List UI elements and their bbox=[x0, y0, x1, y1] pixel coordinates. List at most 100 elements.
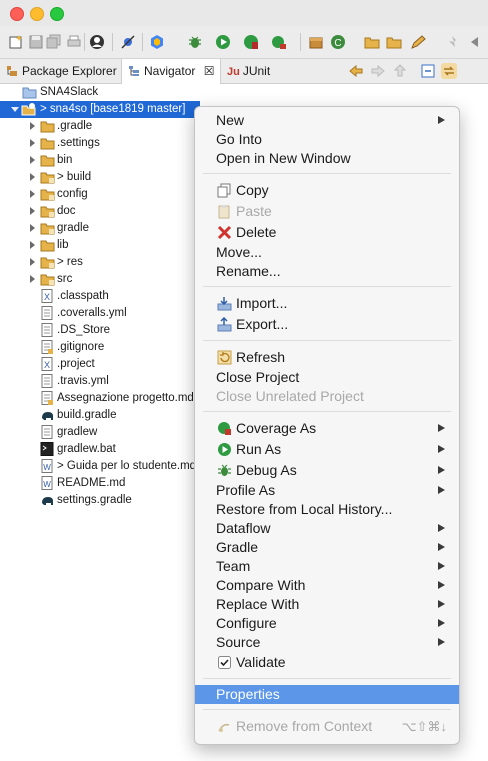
tree-row[interactable]: > build bbox=[0, 169, 190, 186]
expand-arrow-icon[interactable] bbox=[30, 190, 35, 198]
tree-row[interactable]: bin bbox=[0, 152, 190, 169]
tree-row[interactable]: src bbox=[0, 271, 190, 288]
menu-item-refresh[interactable]: Refresh bbox=[195, 348, 459, 367]
menu-item-compare-with[interactable]: Compare With bbox=[195, 576, 459, 595]
menu-item-replace-with[interactable]: Replace With bbox=[195, 595, 459, 614]
tree-row[interactable]: X .classpath bbox=[0, 288, 190, 305]
menu-item-paste[interactable]: Paste bbox=[195, 202, 459, 221]
tree-row[interactable]: config bbox=[0, 186, 190, 203]
expand-arrow-icon[interactable] bbox=[30, 224, 35, 232]
tree-row[interactable]: Assegnazione progetto.md bbox=[0, 390, 194, 407]
new-wizard-icon[interactable] bbox=[8, 34, 24, 50]
menu-item-debug-as[interactable]: Debug As bbox=[195, 461, 459, 480]
tree-row[interactable]: .settings bbox=[0, 135, 190, 152]
tree-row-project[interactable]: > sna4so [base1819 master] bbox=[0, 101, 200, 118]
menu-item-new[interactable]: New bbox=[195, 111, 459, 130]
tree-row[interactable]: settings.gradle bbox=[0, 492, 190, 509]
menu-item-restore-history[interactable]: Restore from Local History... bbox=[195, 500, 459, 519]
tree-row[interactable]: .gitignore bbox=[0, 339, 190, 356]
expand-arrow-icon[interactable] bbox=[30, 207, 35, 215]
expand-arrow-icon[interactable] bbox=[30, 173, 35, 181]
menu-item-copy[interactable]: Copy bbox=[195, 181, 459, 200]
svg-text:X: X bbox=[44, 292, 50, 302]
tree-row[interactable]: W > Guida per lo studente.md bbox=[0, 458, 196, 475]
folder-icon bbox=[40, 240, 55, 252]
menu-item-coverage-as[interactable]: Coverage As bbox=[195, 419, 459, 438]
menu-item-close-unrelated[interactable]: Close Unrelated Project bbox=[195, 387, 459, 406]
menu-item-go-into[interactable]: Go Into bbox=[195, 130, 459, 149]
menu-item-move[interactable]: Move... bbox=[195, 243, 459, 262]
tree-row[interactable]: > res bbox=[0, 254, 190, 271]
window-minimize-button[interactable] bbox=[30, 7, 44, 21]
expand-arrow-icon[interactable] bbox=[30, 241, 35, 249]
menu-item-gradle[interactable]: Gradle bbox=[195, 538, 459, 557]
menu-item-rename[interactable]: Rename... bbox=[195, 262, 459, 281]
menu-item-properties[interactable]: Properties bbox=[195, 685, 459, 704]
menu-item-delete[interactable]: Delete bbox=[195, 223, 459, 242]
tab-junit[interactable]: Ju JUnit bbox=[227, 59, 270, 83]
external-tools-icon[interactable] bbox=[271, 34, 287, 50]
menu-item-export[interactable]: Export... bbox=[195, 315, 459, 334]
menu-label: Run As bbox=[236, 441, 282, 457]
open-folder-icon[interactable] bbox=[386, 34, 402, 50]
expand-arrow-icon[interactable] bbox=[30, 122, 35, 130]
back-icon[interactable] bbox=[468, 34, 484, 50]
up-arrow-icon[interactable] bbox=[392, 63, 408, 79]
tab-navigator[interactable]: Navigator ☒ bbox=[121, 59, 222, 84]
menu-item-validate[interactable]: Validate bbox=[195, 653, 459, 672]
tree-row[interactable]: lib bbox=[0, 237, 190, 254]
collapse-all-icon[interactable] bbox=[420, 63, 436, 79]
tree-row[interactable]: gradle bbox=[0, 220, 190, 237]
menu-item-source[interactable]: Source bbox=[195, 633, 459, 652]
pin-icon[interactable] bbox=[444, 34, 460, 50]
expand-arrow-icon[interactable] bbox=[30, 156, 35, 164]
new-java-package-icon[interactable] bbox=[308, 34, 324, 50]
tree-row[interactable]: X .project bbox=[0, 356, 190, 373]
menu-label: Debug As bbox=[236, 462, 297, 478]
google-cloud-icon[interactable] bbox=[149, 34, 165, 50]
open-type-icon[interactable] bbox=[364, 34, 380, 50]
menu-item-profile-as[interactable]: Profile As bbox=[195, 481, 459, 500]
account-icon[interactable] bbox=[89, 34, 105, 50]
expand-arrow-icon[interactable] bbox=[30, 258, 35, 266]
menu-item-open-new-window[interactable]: Open in New Window bbox=[195, 149, 459, 168]
save-all-icon[interactable] bbox=[46, 34, 62, 50]
tree-row[interactable]: doc bbox=[0, 203, 190, 220]
print-icon[interactable] bbox=[66, 34, 82, 50]
coverage-icon[interactable] bbox=[243, 34, 259, 50]
menu-item-team[interactable]: Team bbox=[195, 557, 459, 576]
debug-icon[interactable] bbox=[187, 34, 203, 50]
menu-item-close-project[interactable]: Close Project bbox=[195, 368, 459, 387]
new-java-class-icon[interactable]: C bbox=[330, 34, 346, 50]
window-zoom-button[interactable] bbox=[50, 7, 64, 21]
expand-arrow-icon[interactable] bbox=[30, 139, 35, 147]
run-icon[interactable] bbox=[215, 34, 231, 50]
folder-icon bbox=[40, 274, 55, 286]
tree-row[interactable]: build.gradle bbox=[0, 407, 190, 424]
forward-arrow-icon[interactable] bbox=[370, 63, 386, 79]
menu-item-run-as[interactable]: Run As bbox=[195, 440, 459, 459]
tree-row[interactable]: .DS_Store bbox=[0, 322, 190, 339]
skip-breakpoints-icon[interactable] bbox=[120, 34, 136, 50]
back-arrow-icon[interactable] bbox=[348, 63, 364, 79]
tree-row[interactable]: .travis.yml bbox=[0, 373, 190, 390]
save-icon[interactable] bbox=[28, 34, 44, 50]
pen-icon[interactable] bbox=[410, 34, 426, 50]
menu-item-dataflow[interactable]: Dataflow bbox=[195, 519, 459, 538]
close-icon[interactable]: ☒ bbox=[204, 64, 215, 78]
tab-package-explorer[interactable]: Package Explorer bbox=[6, 59, 117, 83]
tree-row[interactable]: W README.md bbox=[0, 475, 190, 492]
submenu-arrow-icon bbox=[438, 543, 445, 551]
menu-item-remove-from-context[interactable]: Remove from Context ⌥⇧⌘↓ bbox=[195, 717, 459, 736]
menu-item-import[interactable]: Import... bbox=[195, 294, 459, 313]
expand-arrow-icon[interactable] bbox=[11, 107, 19, 112]
tree-row-workspace[interactable]: SNA4Slack bbox=[0, 84, 190, 101]
tree-row[interactable]: .coveralls.yml bbox=[0, 305, 190, 322]
tree-row[interactable]: gradlew.bat bbox=[0, 441, 190, 458]
tree-row[interactable]: .gradle bbox=[0, 118, 190, 135]
expand-arrow-icon[interactable] bbox=[30, 275, 35, 283]
tree-row[interactable]: gradlew bbox=[0, 424, 190, 441]
link-with-editor-icon[interactable] bbox=[441, 63, 457, 79]
menu-item-configure[interactable]: Configure bbox=[195, 614, 459, 633]
window-close-button[interactable] bbox=[10, 7, 24, 21]
